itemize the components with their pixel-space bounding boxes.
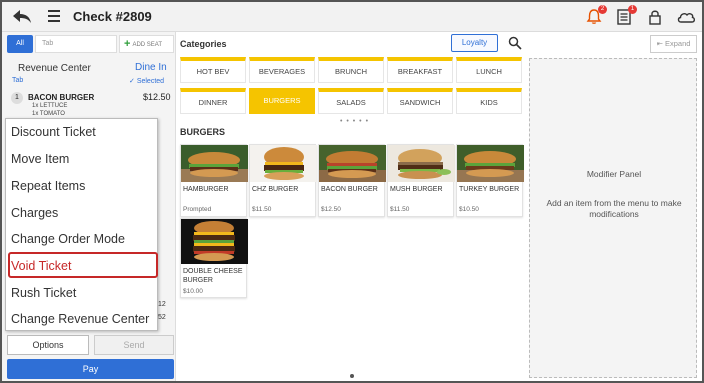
modifier-panel: Modifier Panel Add an item from the menu… [529, 58, 697, 378]
menu-item-price: $10.00 [183, 288, 203, 295]
menu-item-charges[interactable]: Charges [11, 206, 58, 220]
orders-badge: 1 [628, 5, 637, 14]
menu-section-heading: BURGERS [180, 127, 226, 137]
cloud-icon[interactable] [676, 8, 696, 26]
menu-item-card[interactable]: CHZ BURGER $11.50 [249, 144, 317, 217]
category-pager-dots[interactable]: • • • • • [340, 118, 369, 125]
modifier-panel-hint: Add an item from the menu to make modifi… [546, 198, 682, 219]
menu-item-price: $12.50 [321, 206, 341, 213]
tab-name-input[interactable]: Tab [35, 35, 117, 53]
burger-image [457, 145, 524, 182]
item-seat-number: 1 [11, 92, 23, 104]
selected-label: Selected [136, 78, 165, 85]
search-icon[interactable] [508, 36, 522, 50]
add-seat-button[interactable]: + ADD SEAT [119, 35, 174, 53]
burger-image [181, 219, 248, 264]
ticket-context-menu: Discount Ticket Move Item Repeat Items C… [5, 118, 158, 331]
order-mode-link[interactable]: Dine In [135, 62, 167, 73]
category-brunch[interactable]: BRUNCH [318, 57, 384, 83]
menu-item-name: MUSH BURGER [390, 186, 443, 193]
menu-item-name: TURKEY BURGER [459, 186, 520, 193]
order-item-price: $12.50 [143, 92, 171, 102]
lock-icon[interactable] [646, 8, 664, 26]
menu-item-card[interactable]: DOUBLE CHEESE BURGER $10.00 [180, 218, 248, 298]
menu-item-name: HAMBURGER [183, 186, 229, 193]
send-button[interactable]: Send [94, 335, 174, 355]
menu-item-repeat-items[interactable]: Repeat Items [11, 179, 85, 193]
menu-item-card[interactable]: MUSH BURGER $11.50 [387, 144, 455, 217]
orders-list-icon[interactable]: 1 [615, 5, 637, 26]
selected-indicator: ✓ Selected [129, 78, 165, 85]
category-lunch[interactable]: LUNCH [456, 57, 522, 83]
menu-item-card[interactable]: BACON BURGER $12.50 [318, 144, 386, 217]
menu-item-card[interactable]: HAMBURGER Prompted [180, 144, 248, 217]
tab-all[interactable]: All [7, 35, 33, 53]
burger-image [388, 145, 455, 182]
check-title: Check #2809 [73, 9, 152, 24]
order-item-modifier: 1x LETTUCE [32, 103, 68, 109]
menu-item-price: $11.50 [390, 206, 410, 213]
expand-button[interactable]: ⇤ Expand [650, 35, 697, 53]
menu-item-name: BACON BURGER [321, 186, 378, 193]
category-breakfast[interactable]: BREAKFAST [387, 57, 453, 83]
category-sandwich[interactable]: SANDWICH [387, 88, 453, 114]
category-kids[interactable]: KIDS [456, 88, 522, 114]
menu-item-card[interactable]: TURKEY BURGER $10.50 [456, 144, 524, 217]
notification-badge: 2 [598, 5, 607, 14]
menu-item-change-order-mode[interactable]: Change Order Mode [11, 232, 125, 246]
partial-amount: 52 [158, 314, 166, 321]
tab-label: Tab [12, 77, 24, 84]
category-dinner[interactable]: DINNER [180, 88, 246, 114]
options-button[interactable]: Options [7, 335, 89, 355]
menu-item-move-item[interactable]: Move Item [11, 152, 69, 166]
back-arrow-icon[interactable] [12, 8, 32, 26]
category-hot-bev[interactable]: HOT BEV [180, 57, 246, 83]
menu-item-name: CHZ BURGER [252, 186, 299, 193]
revenue-center-label: Revenue Center [18, 63, 91, 74]
burger-image [181, 145, 248, 182]
pay-button[interactable]: Pay [7, 359, 174, 379]
burger-image [319, 145, 386, 182]
menu-item-change-revenue-center[interactable]: Change Revenue Center [11, 312, 149, 326]
menu-item-rush-ticket[interactable]: Rush Ticket [11, 286, 76, 300]
plus-icon: + [124, 38, 131, 50]
category-salads[interactable]: SALADS [318, 88, 384, 114]
order-item-name[interactable]: BACON BURGER [28, 93, 94, 102]
partial-amount: 12 [158, 301, 166, 308]
loyalty-button[interactable]: Loyalty [451, 34, 498, 52]
pos-window: Check #2809 2 1 All Tab + ADD SEAT Reven… [0, 0, 704, 383]
menu-item-discount-ticket[interactable]: Discount Ticket [11, 125, 96, 139]
menu-item-name: DOUBLE CHEESE BURGER [183, 268, 243, 284]
page-indicator-dot [350, 374, 354, 378]
category-burgers[interactable]: BURGERS [249, 88, 315, 114]
add-seat-label: ADD SEAT [132, 42, 162, 48]
app-header: Check #2809 2 1 [2, 2, 702, 32]
menu-item-price: $10.50 [459, 206, 479, 213]
notification-bell-icon[interactable]: 2 [585, 5, 607, 26]
expand-label: Expand [664, 39, 691, 48]
menu-item-void-ticket[interactable]: Void Ticket [11, 259, 71, 273]
menu-item-price: $11.50 [252, 206, 272, 213]
menu-item-price: Prompted [183, 206, 212, 213]
burger-image [250, 145, 317, 182]
order-item-modifier: 1x TOMATO [32, 111, 65, 117]
categories-heading: Categories [180, 39, 227, 49]
category-beverages[interactable]: BEVERAGES [249, 57, 315, 83]
modifier-panel-title: Modifier Panel [586, 169, 642, 179]
hamburger-menu-icon[interactable] [48, 10, 60, 24]
